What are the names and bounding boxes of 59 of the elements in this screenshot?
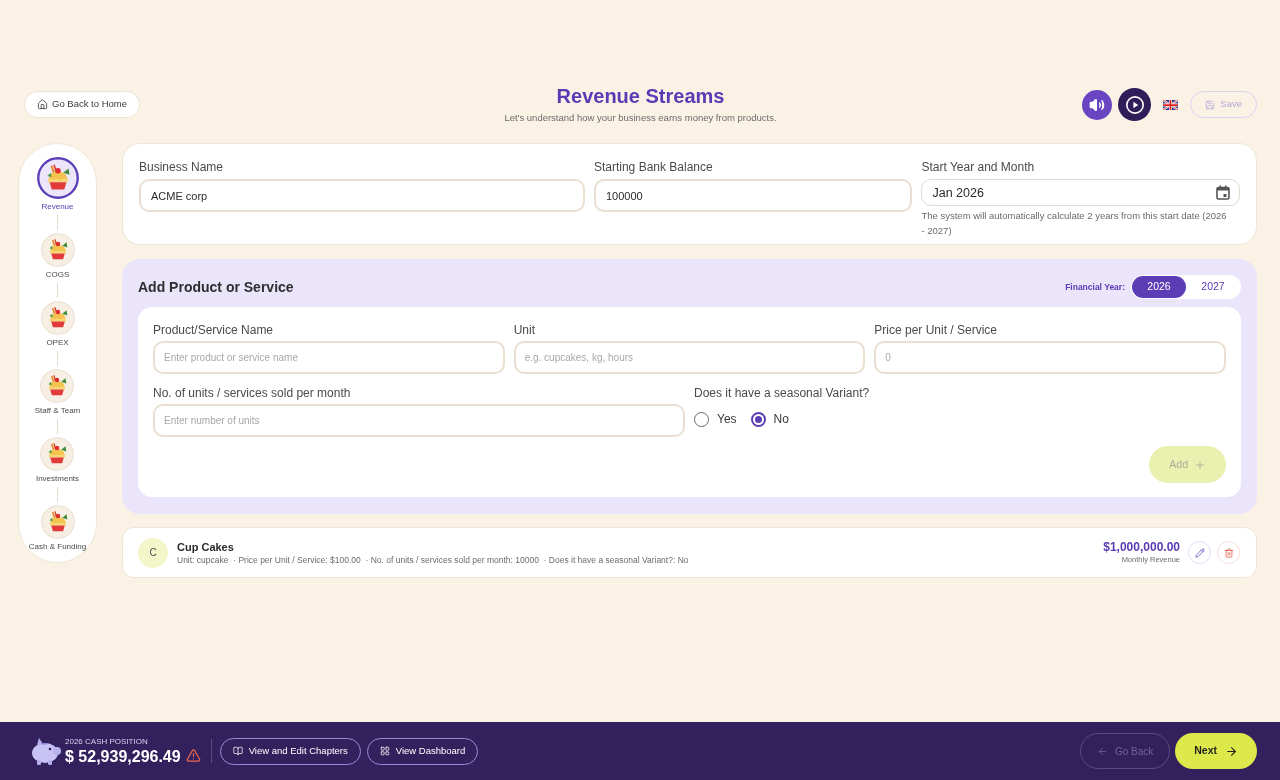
year-tab[interactable]: 2026 — [1132, 276, 1186, 298]
financial-year-label: Financial Year: — [1065, 280, 1125, 294]
radio-option[interactable]: Yes — [694, 410, 737, 428]
play-button[interactable] — [1118, 88, 1152, 121]
grid-icon — [379, 746, 390, 756]
cupcake-icon — [36, 157, 79, 199]
field-label: Unit — [513, 322, 536, 338]
calendar-icon[interactable] — [1216, 185, 1230, 200]
cupcake-icon — [40, 369, 75, 403]
field-label: Business Name — [139, 159, 225, 175]
product-details: Unit: cupcake · Price per Unit / Service: $100.00 · No. of units / services sold per month: 10000 · Does it have a seasonal Variant?: No — [177, 553, 689, 566]
speaker-button[interactable] — [1082, 89, 1113, 120]
field-label: Price per Unit / Service — [874, 322, 999, 338]
step-item[interactable]: Cash & Funding — [28, 505, 87, 552]
cash-position-value: $ 52,939,296.49 — [65, 746, 181, 766]
text-input[interactable]: Enter product or service name — [153, 341, 505, 374]
cupcake-icon — [40, 437, 75, 471]
cash-position-label: 2026 CASH POSITION — [65, 736, 149, 747]
text-input[interactable]: 100000 — [593, 179, 913, 212]
text-input[interactable]: e.g. cupcakes, kg, hours — [513, 341, 866, 374]
home-button[interactable]: Go Back to Home — [24, 91, 140, 118]
field-label: Starting Bank Balance — [593, 159, 714, 175]
arrow-right-icon — [1225, 744, 1238, 758]
text-input[interactable]: Enter number of units — [153, 404, 685, 437]
radio-option[interactable]: No — [750, 410, 789, 428]
flag-icon[interactable] — [1163, 99, 1179, 110]
text-input[interactable]: ACME corp — [139, 179, 585, 212]
next-button[interactable]: Next — [1175, 733, 1257, 769]
play-icon — [1125, 95, 1144, 114]
page-subtitle: Let's understand how your business earns money from products. — [504, 111, 777, 125]
date-input[interactable]: Jan 2026 — [921, 179, 1240, 206]
step-item[interactable]: Investments — [35, 437, 80, 484]
plus-icon — [1194, 458, 1206, 471]
step-item[interactable]: Staff & Team — [34, 369, 81, 416]
step-item[interactable]: Revenue — [36, 157, 79, 212]
section-title: Add Product or Service — [138, 277, 294, 297]
step-item[interactable]: COGS — [40, 233, 75, 280]
year-tab[interactable]: 2027 — [1186, 276, 1240, 298]
product-amount: $1,000,000.00 — [1103, 540, 1180, 555]
step-item[interactable]: OPEX — [40, 301, 75, 348]
product-name: Cup Cakes — [177, 539, 235, 554]
cupcake-icon — [40, 505, 75, 539]
field-hint: The system will automatically calculate 2 years from this start date (2026 - 2027) — [921, 209, 1228, 238]
trash-icon — [1223, 547, 1234, 558]
page-title: Revenue Streams — [556, 84, 725, 108]
home-icon — [37, 99, 48, 110]
arrow-left-icon — [1096, 745, 1108, 757]
text-input[interactable]: 0 — [874, 341, 1226, 374]
save-icon — [1205, 99, 1216, 110]
speaker-icon — [1089, 96, 1106, 113]
pencil-icon — [1194, 547, 1205, 558]
book-icon — [232, 746, 243, 756]
field-label: Start Year and Month — [921, 159, 1036, 175]
cupcake-icon — [40, 233, 75, 267]
field-label: Product/Service Name — [153, 322, 275, 338]
field-label: No. of units / services sold per month — [153, 385, 352, 401]
product-avatar: C — [138, 537, 168, 568]
cupcake-icon — [40, 301, 75, 335]
field-label: Does it have a seasonal Variant? — [694, 385, 871, 401]
